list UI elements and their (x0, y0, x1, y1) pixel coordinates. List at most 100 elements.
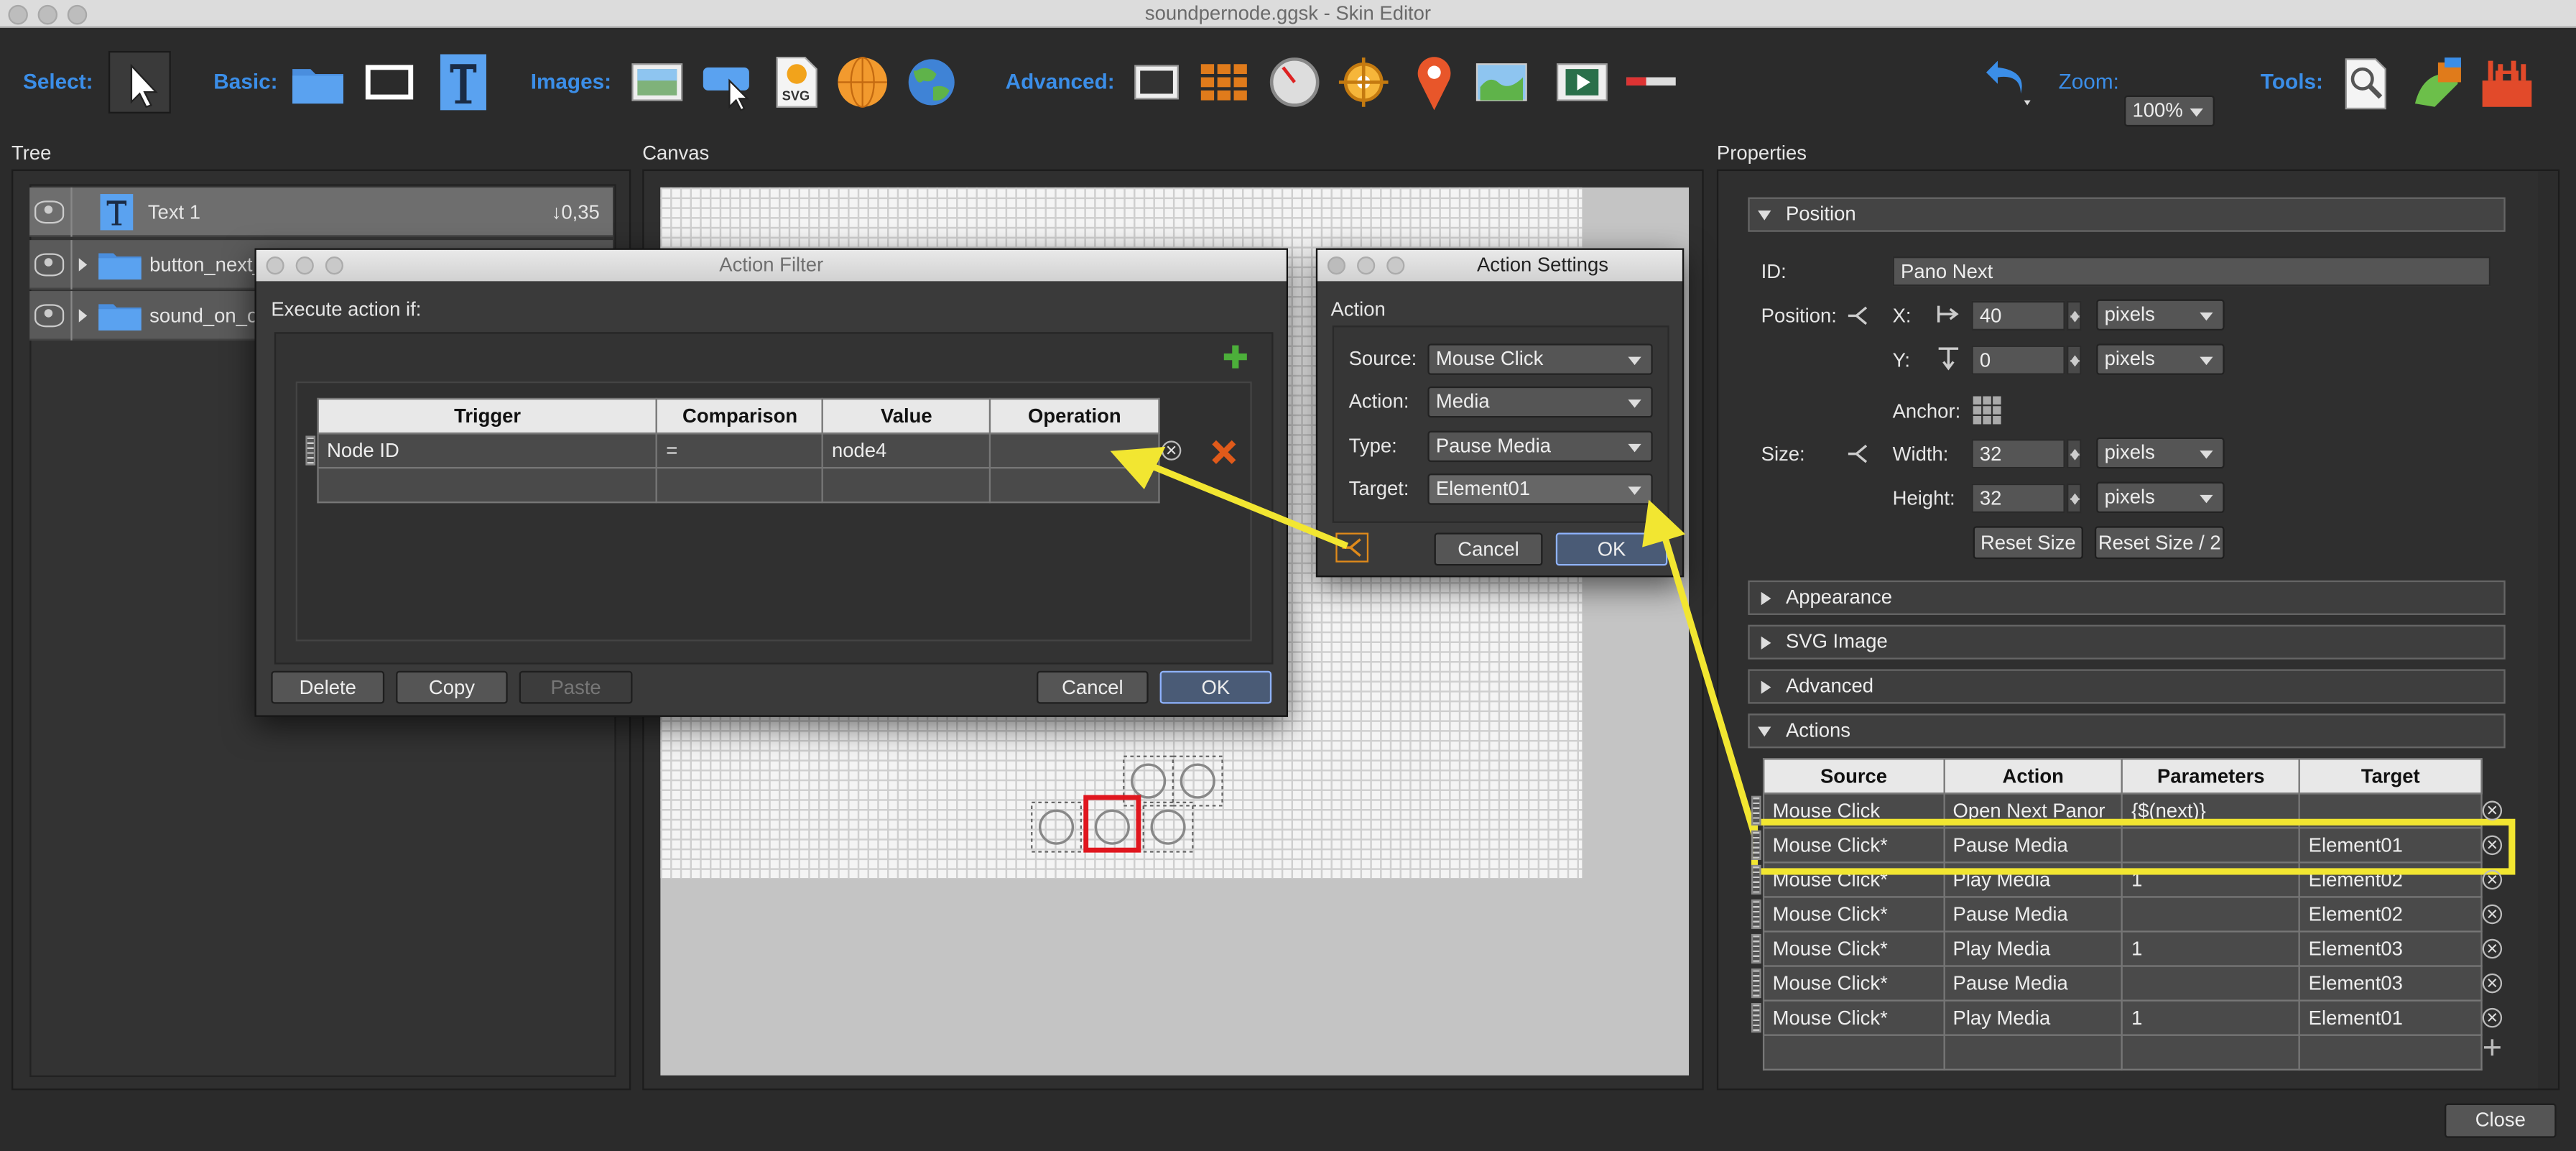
drag-handle-icon[interactable] (1751, 1003, 1761, 1033)
cloner-tool-button[interactable] (1130, 57, 1186, 114)
action-source-cell[interactable]: Mouse Click* (1762, 861, 1945, 898)
type-select[interactable]: Pause Media (1427, 430, 1653, 463)
remove-action-icon[interactable]: ✕ (2482, 835, 2503, 856)
action-action-cell[interactable]: Play Media (1942, 930, 2123, 967)
expand-arrow-icon[interactable] (78, 308, 94, 322)
svg-image-section-header[interactable]: SVG Image (1748, 624, 2506, 660)
position-section-header[interactable]: Position (1748, 197, 2506, 232)
hotspot-tool-button[interactable] (700, 57, 756, 114)
action-select[interactable]: Media (1427, 386, 1653, 418)
filter-col-value[interactable]: Value (822, 397, 991, 435)
paste-button[interactable]: Paste (519, 670, 633, 704)
action-settings-titlebar[interactable]: Action Settings (1317, 249, 1682, 282)
filter-col-operation[interactable]: Operation (989, 397, 1160, 435)
properties-scrollbar[interactable] (2538, 171, 2558, 1089)
id-field[interactable]: Pano Next (1892, 256, 2491, 287)
dialog-minimize-button[interactable] (1357, 256, 1376, 275)
settings-ok-button[interactable]: OK (1555, 532, 1668, 566)
target-tool-button[interactable] (1335, 55, 1391, 111)
filter-operation-cell[interactable] (989, 432, 1160, 469)
remove-action-icon[interactable]: ✕ (2482, 904, 2503, 925)
filter-col-trigger[interactable]: Trigger (317, 397, 658, 435)
width-unit-select[interactable]: pixels (2096, 437, 2225, 469)
target-select[interactable]: Element01 (1427, 473, 1653, 505)
eye-icon[interactable] (34, 200, 65, 223)
action-row[interactable]: Mouse Click* Play Media 1 Element03 (1762, 930, 2483, 967)
action-source-cell[interactable]: Mouse Click* (1762, 896, 1945, 933)
delete-group-icon[interactable] (1211, 439, 1238, 466)
remove-condition-icon[interactable]: ✕ (1161, 440, 1182, 461)
action-params-cell[interactable] (2121, 965, 2301, 1002)
filter-cancel-button[interactable]: Cancel (1037, 670, 1149, 704)
position-y-unit-select[interactable]: pixels (2096, 343, 2225, 375)
grid-tool-button[interactable] (1196, 57, 1252, 114)
rectangle-tool-button[interactable] (361, 55, 417, 111)
compass-tool-button[interactable] (1266, 55, 1322, 111)
map-globe-tool-button[interactable] (904, 55, 960, 111)
select-tool-button[interactable] (108, 50, 171, 114)
drag-handle-icon[interactable] (1751, 899, 1761, 930)
action-action-cell[interactable]: Play Media (1942, 861, 2123, 898)
action-target-cell[interactable]: Element02 (2298, 896, 2483, 933)
action-params-cell[interactable] (2121, 896, 2301, 933)
map-tool-button[interactable] (1473, 57, 1529, 114)
undo-button[interactable] (1981, 51, 2037, 107)
actions-col-action[interactable]: Action (1942, 758, 2123, 795)
width-stepper[interactable] (2067, 439, 2082, 469)
action-action-cell[interactable]: Pause Media (1942, 896, 2123, 933)
action-params-cell[interactable]: {$(next)} (2121, 792, 2301, 829)
source-select[interactable]: Mouse Click (1427, 343, 1653, 375)
drag-handle-icon[interactable] (1751, 968, 1761, 999)
search-tool-button[interactable] (2338, 55, 2394, 111)
filter-value-cell[interactable]: node4 (822, 432, 991, 469)
action-filter-titlebar[interactable]: Action Filter (256, 249, 1287, 282)
dialog-close-button[interactable] (1327, 256, 1346, 275)
position-x-stepper[interactable] (2067, 300, 2082, 331)
drag-handle-icon[interactable] (1751, 795, 1761, 826)
action-target-cell[interactable]: Element01 (2298, 999, 2483, 1036)
tree-item-text[interactable]: Text 1 ↓0,35 (29, 186, 613, 237)
add-filter-icon[interactable] (1223, 343, 1249, 370)
link-branch-icon[interactable] (1845, 443, 1871, 466)
action-row[interactable]: Mouse Click* Play Media 1 Element02 (1762, 861, 2483, 898)
action-row[interactable]: Mouse Click* Play Media 1 Element01 (1762, 999, 2483, 1036)
appearance-section-header[interactable]: Appearance (1748, 580, 2506, 615)
action-params-cell[interactable]: 1 (2121, 861, 2301, 898)
reset-size-half-button[interactable]: Reset Size / 2 (2094, 526, 2225, 560)
timeline-tool-button[interactable] (1623, 57, 1680, 114)
action-source-cell[interactable]: Mouse Click (1762, 792, 1945, 829)
action-target-cell[interactable]: Element03 (2298, 930, 2483, 967)
height-unit-select[interactable]: pixels (2096, 481, 2225, 514)
settings-tool-button[interactable] (2478, 55, 2534, 111)
action-action-cell[interactable]: Pause Media (1942, 965, 2123, 1002)
action-params-cell[interactable]: 1 (2121, 930, 2301, 967)
drag-handle-icon[interactable] (1751, 864, 1761, 895)
text-tool-button[interactable] (435, 51, 491, 111)
remove-action-icon[interactable]: ✕ (2482, 1007, 2503, 1028)
actions-col-source[interactable]: Source (1762, 758, 1945, 795)
action-source-cell[interactable]: Mouse Click* (1762, 999, 1945, 1036)
remove-action-icon[interactable]: ✕ (2482, 938, 2503, 959)
eye-icon[interactable] (34, 303, 65, 327)
height-field[interactable]: 32 (1971, 483, 2065, 514)
action-row[interactable]: Mouse Click* Pause Media Element03 (1762, 965, 2483, 1002)
action-row[interactable]: Mouse Click* Pause Media Element02 (1762, 896, 2483, 933)
action-params-cell[interactable]: 1 (2121, 999, 2301, 1036)
action-action-cell[interactable]: Play Media (1942, 999, 2123, 1036)
filter-trigger-cell[interactable]: Node ID (317, 432, 658, 469)
action-row[interactable]: Mouse Click* Pause Media Element01 (1762, 827, 2483, 864)
svg-tool-button[interactable]: SVG (769, 55, 825, 111)
actions-col-target[interactable]: Target (2298, 758, 2483, 795)
colors-tool-button[interactable] (2409, 55, 2465, 111)
add-row-icon[interactable] (2480, 1036, 2503, 1059)
position-x-unit-select[interactable]: pixels (2096, 299, 2225, 331)
filter-button[interactable] (1335, 532, 1369, 563)
remove-action-icon[interactable]: ✕ (2482, 869, 2503, 890)
video-tool-button[interactable] (1555, 57, 1611, 114)
position-x-field[interactable]: 40 (1971, 300, 2065, 331)
dialog-zoom-button[interactable] (325, 256, 343, 275)
settings-cancel-button[interactable]: Cancel (1434, 532, 1543, 566)
action-row[interactable]: Mouse Click Open Next Panor {$(next)} (1762, 792, 2483, 829)
action-target-cell[interactable]: Element01 (2298, 827, 2483, 864)
zoom-select[interactable]: 100% (2124, 95, 2215, 127)
